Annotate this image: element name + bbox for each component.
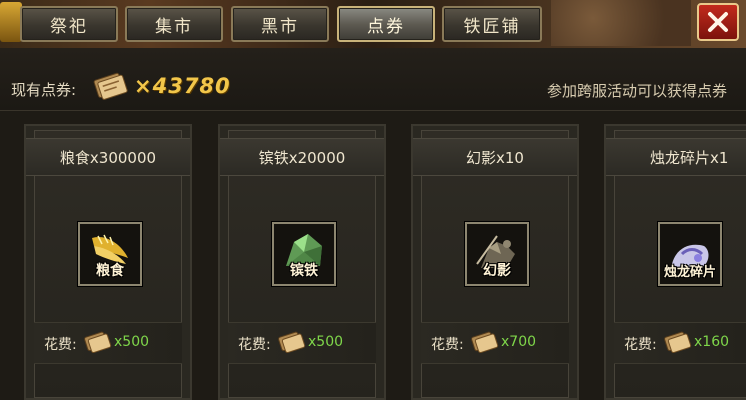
voucher-icon [278, 331, 306, 354]
voucher-hint: 参加跨服活动可以获得点券 [546, 82, 727, 100]
tab-blacksmith[interactable]: 铁匠铺 [442, 6, 542, 42]
voucher-icon [664, 331, 692, 354]
item-icon-caption: 粮食 [96, 263, 124, 279]
item-icon-caption: 烛龙碎片 [663, 265, 716, 280]
cost-value: x160 [694, 334, 730, 350]
item-icon-frame[interactable]: 镔铁 [272, 222, 336, 286]
tab-bar: 祭祀 集市 黑市 点券 铁匠铺 [0, 0, 746, 48]
cost-label: 花费: [431, 337, 464, 353]
close-button[interactable] [697, 3, 739, 41]
cost-value: x500 [114, 334, 150, 350]
balance-label: 现有点券: [11, 81, 77, 99]
shop-item-card[interactable]: 幻影x10 幻影 花费: x700 [411, 124, 579, 400]
item-icon-caption: 幻影 [483, 263, 511, 279]
item-icon-frame[interactable]: 幻影 [465, 222, 529, 286]
item-name: 幻影x10 [413, 138, 577, 176]
cost-value: x700 [501, 334, 537, 350]
item-name: 粮食x300000 [26, 138, 190, 176]
voucher-icon [471, 331, 499, 354]
close-icon [708, 12, 728, 32]
cost-row: 花费: x500 [228, 322, 376, 364]
voucher-icon [84, 331, 112, 354]
item-name: 烛龙碎片x1 [606, 138, 746, 176]
tab-vouchers[interactable]: 点券 [337, 6, 435, 42]
tab-black-market[interactable]: 黑市 [231, 6, 329, 42]
cost-label: 花费: [44, 337, 77, 353]
shop-item-card[interactable]: 烛龙碎片x1 烛龙碎片 花费: x160 [604, 124, 746, 400]
cost-row: 花费: x160 [614, 322, 746, 364]
shop-item-card[interactable]: 粮食x300000 粮食 花费: x500 [24, 124, 192, 400]
item-icon-frame[interactable]: 烛龙碎片 [658, 222, 722, 286]
cost-label: 花费: [238, 337, 271, 353]
balance-value: ×43780 [134, 74, 231, 98]
item-name: 镔铁x20000 [220, 138, 384, 176]
tab-market[interactable]: 集市 [125, 6, 223, 42]
chest-icon [0, 2, 22, 42]
divider [0, 110, 746, 111]
item-icon-frame[interactable]: 粮食 [78, 222, 142, 286]
cost-row: 花费: x500 [34, 322, 182, 364]
cost-row: 花费: x700 [421, 322, 569, 364]
shop-item-card[interactable]: 镔铁x20000 镔铁 花费: x500 [218, 124, 386, 400]
cost-label: 花费: [624, 337, 657, 353]
voucher-icon [93, 72, 128, 100]
tab-sacrifice[interactable]: 祭祀 [20, 6, 118, 42]
item-icon-caption: 镔铁 [290, 263, 318, 279]
cost-value: x500 [308, 334, 344, 350]
